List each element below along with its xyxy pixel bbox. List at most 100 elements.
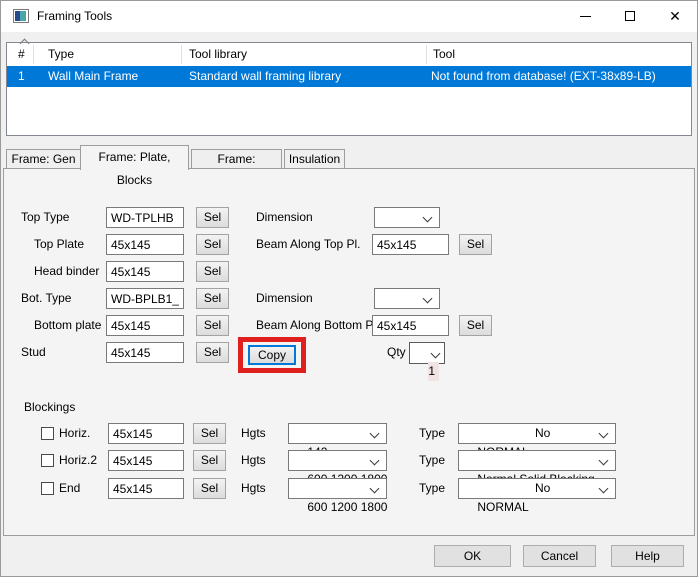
horiz2-size-input[interactable] [108, 450, 184, 471]
minimize-button[interactable] [563, 1, 608, 32]
beam-top-label: Beam Along Top Pl. [256, 234, 361, 255]
end-type-value: NORMAL [477, 500, 528, 514]
horiz2-checkbox[interactable] [41, 454, 54, 467]
stud-label: Stud [21, 342, 46, 363]
table-header: # Type Tool library Tool [7, 43, 691, 67]
type-label: Type [419, 478, 445, 499]
stud-input[interactable] [106, 342, 184, 363]
horiz-sel-button[interactable]: Sel [193, 423, 226, 444]
hgts-label: Hgts [241, 423, 266, 444]
horiz-checkbox[interactable] [41, 427, 54, 440]
bottom-plate-input[interactable] [106, 315, 184, 336]
top-type-label: Top Type [21, 207, 69, 228]
maximize-button[interactable] [608, 1, 653, 32]
top-plate-input[interactable] [106, 234, 184, 255]
dimension-top-select[interactable] [374, 207, 440, 228]
column-header-tool[interactable]: Tool [433, 47, 455, 61]
chevron-down-icon [370, 484, 380, 494]
stud-sel-button[interactable]: Sel [196, 342, 229, 363]
bottom-plate-sel-button[interactable]: Sel [196, 315, 229, 336]
horiz2-type-select[interactable]: Normal Solid Blocking [458, 450, 616, 471]
horiz-hgts-select[interactable]: 142 [288, 423, 387, 444]
horiz2-hgts-select[interactable]: 600 1200 1800 [288, 450, 387, 471]
end-hgts-select[interactable]: 600 1200 1800 [288, 478, 387, 499]
close-button[interactable]: ✕ [653, 1, 697, 32]
framing-tools-window: Framing Tools ✕ # Type Tool library Tool… [0, 0, 698, 577]
row-cell-library: Standard wall framing library [189, 66, 341, 87]
window-title: Framing Tools [37, 1, 112, 32]
tab-frame-openings[interactable]: Frame: Openings [191, 149, 282, 169]
horiz-size-input[interactable] [108, 423, 184, 444]
chevron-down-icon [599, 456, 609, 466]
qty-select[interactable]: 1 [409, 342, 445, 364]
dimension-bottom-select[interactable] [374, 288, 440, 309]
end-checkbox[interactable] [41, 482, 54, 495]
blockings-title: Blockings [24, 397, 75, 418]
hgts-label: Hgts [241, 478, 266, 499]
horiz-checkbox-label: Horiz. [59, 423, 90, 444]
qty-value: 1 [428, 362, 439, 381]
top-type-input[interactable] [106, 207, 184, 228]
beam-bottom-input[interactable] [372, 315, 449, 336]
column-header-type[interactable]: Type [48, 47, 74, 61]
top-type-sel-button[interactable]: Sel [196, 207, 229, 228]
dimension-top-label: Dimension [256, 207, 313, 228]
tab-frame-plate-blocks[interactable]: Frame: Plate, Blocks [80, 145, 189, 170]
horiz-type-value2: No [535, 424, 550, 443]
beam-top-input[interactable] [372, 234, 449, 255]
tab-insulation[interactable]: Insulation [284, 149, 345, 169]
end-type-select[interactable]: NORMAL No [458, 478, 616, 499]
help-button[interactable]: Help [611, 545, 684, 567]
tab-label: Frame: Gen [11, 152, 75, 166]
bottom-plate-label: Bottom plate [34, 315, 101, 336]
horiz-type-select[interactable]: NORMAL No [458, 423, 616, 444]
hgts-label: Hgts [241, 450, 266, 471]
bot-type-label: Bot. Type [21, 288, 71, 309]
cancel-button[interactable]: Cancel [523, 545, 596, 567]
horiz2-checkbox-label: Horiz.2 [59, 450, 97, 471]
type-label: Type [419, 423, 445, 444]
copy-highlight-annotation [238, 337, 306, 373]
close-icon: ✕ [669, 8, 681, 24]
chevron-down-icon [370, 429, 380, 439]
bot-type-sel-button[interactable]: Sel [196, 288, 229, 309]
chevron-down-icon [599, 429, 609, 439]
head-binder-input[interactable] [106, 261, 184, 282]
top-plate-label: Top Plate [34, 234, 84, 255]
column-header-num[interactable]: # [18, 47, 25, 61]
column-header-library[interactable]: Tool library [189, 47, 247, 61]
end-size-input[interactable] [108, 478, 184, 499]
row-cell-num: 1 [18, 66, 25, 87]
title-bar: Framing Tools ✕ [1, 1, 697, 32]
chevron-down-icon [599, 484, 609, 494]
dimension-bottom-label: Dimension [256, 288, 313, 309]
table-row[interactable]: 1 Wall Main Frame Standard wall framing … [7, 66, 691, 87]
end-type-value2: No [535, 479, 550, 498]
chevron-down-icon [370, 456, 380, 466]
column-divider [181, 45, 182, 64]
horiz2-sel-button[interactable]: Sel [193, 450, 226, 471]
row-cell-type: Wall Main Frame [48, 66, 138, 87]
end-checkbox-label: End [59, 478, 80, 499]
chevron-down-icon [423, 294, 433, 304]
bot-type-input[interactable] [106, 288, 184, 309]
type-label: Type [419, 450, 445, 471]
column-divider [33, 45, 34, 64]
beam-top-sel-button[interactable]: Sel [459, 234, 492, 255]
top-plate-sel-button[interactable]: Sel [196, 234, 229, 255]
chevron-down-icon [423, 213, 433, 223]
tab-label: Insulation [289, 152, 340, 166]
head-binder-label: Head binder [34, 261, 99, 282]
qty-label: Qty [387, 342, 406, 363]
tool-table: # Type Tool library Tool 1 Wall Main Fra… [6, 42, 692, 136]
app-icon [13, 9, 29, 23]
row-cell-tool: Not found from database! (EXT-38x89-LB) [431, 66, 656, 87]
beam-bottom-sel-button[interactable]: Sel [459, 315, 492, 336]
end-hgts-value: 600 1200 1800 [307, 500, 387, 514]
tab-frame-gen[interactable]: Frame: Gen [6, 149, 81, 169]
head-binder-sel-button[interactable]: Sel [196, 261, 229, 282]
beam-bottom-label: Beam Along Bottom Pl. [256, 315, 379, 336]
column-divider [426, 45, 427, 64]
maximize-icon [625, 11, 635, 21]
end-sel-button[interactable]: Sel [193, 478, 226, 499]
